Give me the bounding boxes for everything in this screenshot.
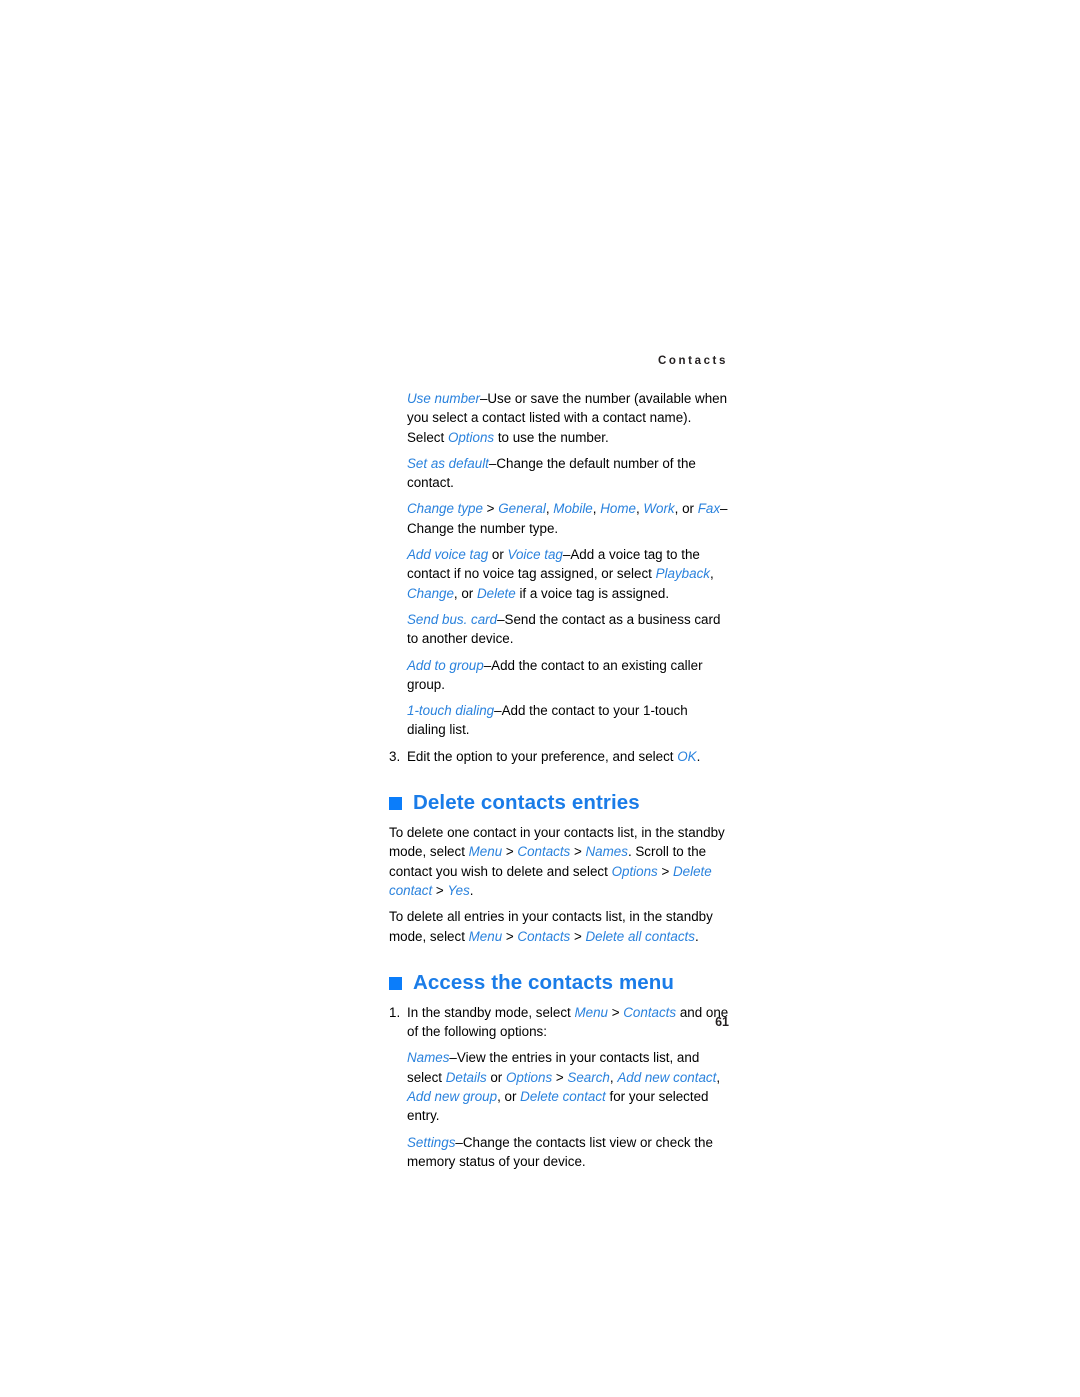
term-1-touch-dialing: 1-touch dialing (407, 703, 495, 719)
term-names: Names (407, 1050, 450, 1066)
or-text: or (488, 547, 508, 563)
separator: > (502, 928, 518, 944)
comma: , (709, 566, 714, 582)
text: . (694, 928, 699, 944)
dash: – (449, 1050, 457, 1066)
separator: > (570, 844, 586, 860)
separator: > (657, 863, 673, 879)
option-add-to-group: Add to group–Add the contact to an exist… (407, 656, 729, 695)
separator: > (432, 882, 448, 898)
step-3-text: Edit the option to your preference, and … (407, 748, 678, 764)
option-add-voice-tag: Add voice tag or Voice tag–Add a voice t… (407, 545, 729, 603)
option-use-number-text2: to use the number. (494, 429, 609, 445)
term-work: Work (643, 501, 675, 517)
running-head: Contacts (657, 355, 728, 367)
term-delete-contact: Delete contact (520, 1089, 606, 1105)
term-general: General (498, 501, 546, 517)
heading-text: Access the contacts menu (413, 970, 675, 994)
text: . (469, 882, 474, 898)
separator: > (482, 501, 499, 517)
separator: > (570, 928, 586, 944)
option-change-type: Change type > General, Mobile, Home, Wor… (407, 499, 729, 538)
separator: > (502, 844, 518, 860)
separator: > (552, 1069, 568, 1085)
term-menu: Menu (468, 844, 503, 860)
dash: – (455, 1134, 463, 1150)
term-options: Options (447, 429, 495, 445)
delete-all-entries-paragraph: To delete all entries in your contacts l… (389, 907, 729, 946)
option-1-touch-dialing: 1-touch dialing–Add the contact to your … (407, 701, 729, 740)
term-add-new-group: Add new group (407, 1089, 498, 1105)
term-delete: Delete (477, 585, 516, 601)
dash: – (494, 703, 502, 719)
term-use-number: Use number (407, 391, 480, 406)
option-names: Names–View the entries in your contacts … (407, 1048, 729, 1125)
term-search: Search (567, 1069, 610, 1085)
term-change-type: Change type (407, 501, 483, 517)
term-playback: Playback (655, 566, 710, 582)
list-item-step-3: 3. Edit the option to your preference, an… (389, 747, 729, 766)
option-change-type-text: Change the number type. (407, 520, 559, 536)
term-contacts: Contacts (517, 844, 571, 860)
section-heading-access-the-contacts-menu: Access the contacts menu (389, 970, 729, 994)
square-bullet-icon (389, 797, 402, 811)
term-ok: OK (677, 748, 697, 764)
term-voice-tag: Voice tag (507, 547, 563, 563)
term-add-voice-tag: Add voice tag (407, 547, 489, 563)
page-content: Contacts Use number–Use or save the numb… (389, 355, 729, 1171)
term-delete-all-contacts: Delete all contacts (585, 928, 695, 944)
term-add-to-group: Add to group (407, 657, 484, 673)
page-number: 61 (715, 1015, 729, 1029)
option-add-voice-tag-text2: , or (453, 585, 477, 601)
square-bullet-icon (389, 976, 402, 990)
option-send-bus-card: Send bus. card–Send the contact as a bus… (407, 610, 729, 649)
term-mobile: Mobile (553, 501, 593, 517)
term-home: Home (600, 501, 636, 517)
term-yes: Yes (447, 882, 470, 898)
comma: , (716, 1069, 721, 1085)
delete-one-contact-paragraph: To delete one contact in your contacts l… (389, 823, 729, 900)
term-send-bus-card: Send bus. card (407, 611, 498, 627)
section-heading-delete-contacts-entries: Delete contacts entries (389, 792, 729, 814)
term-settings: Settings (407, 1134, 456, 1150)
option-set-as-default: Set as default–Change the default number… (407, 454, 729, 493)
or-text: or (486, 1069, 506, 1085)
term-options: Options (611, 863, 658, 879)
heading-text: Delete contacts entries (413, 791, 640, 815)
term-contacts: Contacts (517, 928, 571, 944)
term-set-as-default: Set as default (407, 455, 489, 471)
option-settings: Settings–Change the contacts list view o… (407, 1133, 729, 1172)
document-page: Contacts Use number–Use or save the numb… (0, 0, 1080, 1397)
text: , or (497, 1089, 521, 1105)
term-details: Details (445, 1069, 487, 1085)
option-use-number: Use number–Use or save the number (avail… (407, 389, 729, 447)
list-number: 3. (389, 748, 401, 764)
term-change: Change (407, 585, 454, 601)
dash: – (720, 501, 728, 517)
or-text: , or (674, 501, 698, 517)
term-options: Options (506, 1069, 553, 1085)
term-names: Names (585, 844, 628, 860)
dash: – (497, 611, 505, 627)
option-add-voice-tag-text3: if a voice tag is assigned. (515, 585, 670, 601)
step-3-text2: . (696, 748, 701, 764)
term-menu: Menu (468, 928, 503, 944)
term-fax: Fax (697, 501, 721, 517)
term-add-new-contact: Add new contact (617, 1069, 717, 1085)
